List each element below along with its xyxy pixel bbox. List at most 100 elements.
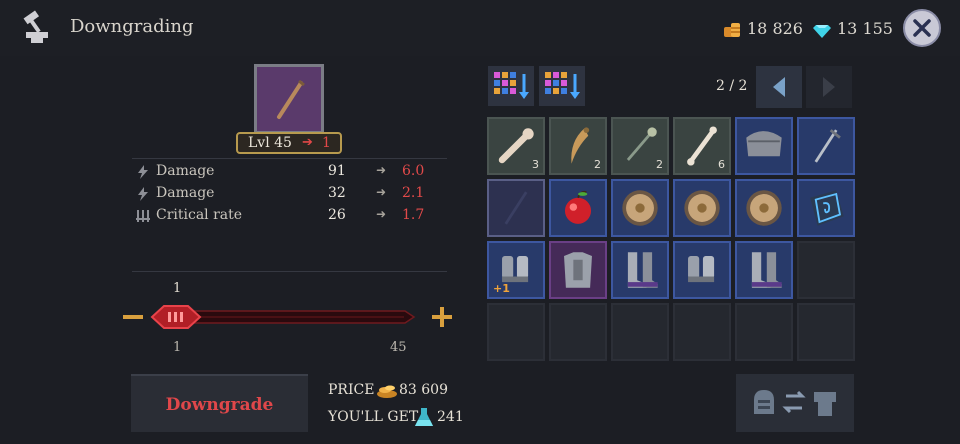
- inventory-slot[interactable]: 2: [611, 117, 669, 175]
- chest-armor-icon: [564, 252, 592, 288]
- boots-icon: [627, 252, 658, 288]
- level-badge: Lvl 45 ➔ 1: [236, 132, 342, 154]
- sort-rarity-button[interactable]: [488, 66, 534, 106]
- stat-current-value: 91: [328, 163, 346, 179]
- next-page-button[interactable]: [806, 66, 852, 108]
- page-indicator: 2 / 2: [716, 78, 748, 94]
- boots-icon: [751, 252, 782, 288]
- inventory-slot[interactable]: [735, 241, 793, 299]
- inventory-slot[interactable]: [797, 179, 855, 237]
- item-count: 6: [718, 158, 725, 171]
- header-bar: Downgrading 18 826 13 155: [0, 0, 960, 56]
- page-title: Downgrading: [70, 16, 194, 37]
- slider-min-label: 1: [173, 340, 182, 355]
- current-level: Lvl 45: [248, 135, 292, 151]
- inventory-slot[interactable]: [673, 179, 731, 237]
- inventory-slot-empty[interactable]: [673, 303, 731, 361]
- rusty-sword-icon: [277, 79, 305, 119]
- item-count: 3: [532, 158, 539, 171]
- sort-grid-icon: [545, 72, 580, 99]
- divider: [132, 158, 447, 159]
- reward-value: 241: [437, 409, 464, 425]
- round-shield-icon: [746, 190, 782, 226]
- stat-current-value: 26: [328, 207, 346, 223]
- lightning-icon: [138, 187, 148, 201]
- gem-amount: 13 155: [837, 19, 893, 38]
- plus-button[interactable]: [431, 306, 453, 328]
- inventory-slot-empty[interactable]: [549, 303, 607, 361]
- inventory-slot[interactable]: [797, 117, 855, 175]
- inventory-slot-empty[interactable]: [797, 241, 855, 299]
- sort-grid-icon: [494, 72, 529, 99]
- gold-pile-icon: [377, 385, 397, 398]
- gauntlets-icon: [688, 256, 715, 283]
- lightning-icon: [138, 165, 148, 179]
- divider: [132, 271, 447, 272]
- diamond-icon: [813, 25, 831, 38]
- stat-row-damage: Damage 32 ➜ 2.1: [132, 184, 447, 206]
- inventory-slot[interactable]: [549, 241, 607, 299]
- stat-row-critical-rate: Critical rate 26 ➜ 1.7: [132, 206, 447, 228]
- price-label: PRICE: [328, 382, 375, 398]
- price-value: 83 609: [399, 382, 448, 398]
- stat-current-value: 32: [328, 185, 346, 201]
- essence-flask-icon: [415, 408, 433, 426]
- slider-value: 1: [173, 281, 182, 296]
- stat-new-value: 1.7: [402, 207, 425, 223]
- downgrade-button[interactable]: Downgrade: [131, 374, 308, 432]
- inventory-slot[interactable]: [673, 241, 731, 299]
- close-button[interactable]: [903, 9, 941, 47]
- anvil-hammer-icon: [23, 10, 48, 43]
- gold-amount: 18 826: [747, 19, 803, 38]
- arrow-right-icon: ➔: [302, 135, 313, 150]
- slider-max-label: 45: [390, 340, 407, 355]
- previous-page-button[interactable]: [756, 66, 802, 108]
- arrow-right-icon: ➜: [376, 163, 387, 177]
- inventory-slot[interactable]: [549, 179, 607, 237]
- stat-name: Critical rate: [156, 207, 243, 223]
- slider-handle[interactable]: [150, 305, 202, 329]
- new-level: 1: [322, 135, 331, 151]
- stat-row-damage: Damage 91 ➜ 6.0: [132, 162, 447, 184]
- gold-coins-icon: [724, 23, 740, 37]
- minus-button[interactable]: [122, 306, 144, 328]
- inventory-slot-empty[interactable]: [487, 303, 545, 361]
- inventory-slot-empty[interactable]: [797, 303, 855, 361]
- inventory-slot[interactable]: [611, 241, 669, 299]
- shoulder-armor-icon: [746, 131, 782, 157]
- inventory-grid: 3 2 2 6 +1: [487, 117, 855, 361]
- chevron-right-icon: [823, 77, 835, 97]
- close-icon: [913, 19, 931, 37]
- arrow-right-icon: ➜: [376, 185, 387, 199]
- item-count: 2: [594, 158, 601, 171]
- inventory-slot[interactable]: [487, 179, 545, 237]
- apple-icon: [564, 190, 592, 224]
- swap-equipment-button[interactable]: [736, 374, 854, 432]
- inventory-slot[interactable]: [611, 179, 669, 237]
- stat-new-value: 6.0: [402, 163, 425, 179]
- round-shield-icon: [622, 190, 658, 226]
- swap-gear-icon: [754, 390, 836, 416]
- inventory-slot[interactable]: [735, 179, 793, 237]
- inventory-slot[interactable]: +1: [487, 241, 545, 299]
- downgrade-label: Downgrade: [165, 395, 274, 415]
- empty-selected-slot: [504, 191, 528, 225]
- item-count: 2: [656, 158, 663, 171]
- round-shield-icon: [684, 190, 720, 226]
- inventory-slot-empty[interactable]: [611, 303, 669, 361]
- inventory-slot[interactable]: 2: [549, 117, 607, 175]
- inventory-slot[interactable]: [735, 117, 793, 175]
- stat-new-value: 2.1: [402, 185, 425, 201]
- inventory-slot-empty[interactable]: [735, 303, 793, 361]
- reward-label: YOU'LL GET: [328, 409, 419, 425]
- inventory-slot[interactable]: 6: [673, 117, 731, 175]
- stat-name: Damage: [156, 163, 215, 179]
- stat-name: Damage: [156, 185, 215, 201]
- selected-item-slot[interactable]: [254, 64, 324, 134]
- inventory-slot[interactable]: 3: [487, 117, 545, 175]
- triple-blade-icon: [136, 210, 150, 222]
- chevron-left-icon: [773, 77, 785, 97]
- level-slider[interactable]: [150, 300, 416, 334]
- sort-type-button[interactable]: [539, 66, 585, 106]
- arrow-right-icon: ➜: [376, 207, 387, 221]
